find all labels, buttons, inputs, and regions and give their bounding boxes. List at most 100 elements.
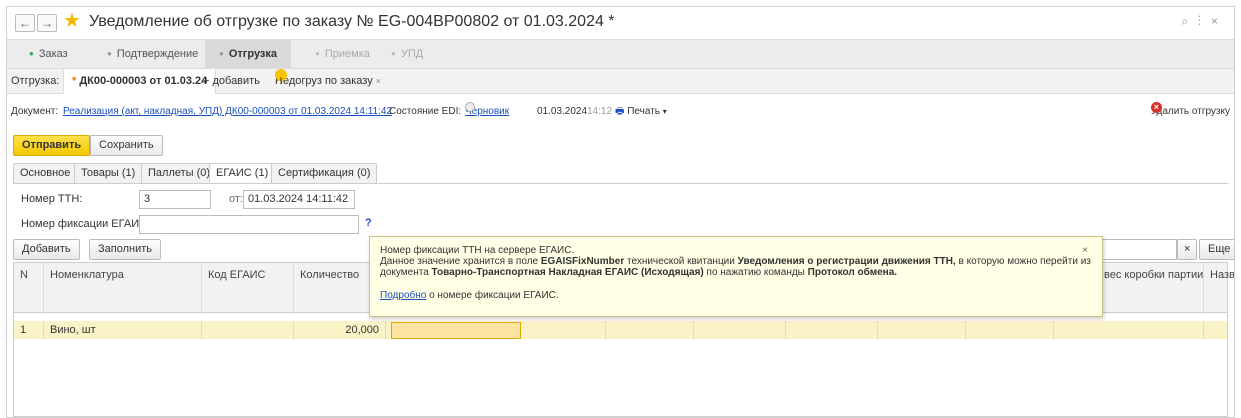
tab-main[interactable]: Основное [13,163,78,183]
clear-search-button[interactable]: × [1177,239,1198,260]
step-upd[interactable]: ● УПД [377,40,437,69]
tooltip-line-3: документа Товарно-Транспортная Накладная… [380,267,1092,278]
step-label: Заказ [38,48,68,60]
title-bar: ← → ★ Уведомление об отгрузке по заказу … [7,7,1234,37]
printer-icon: 🖶 [615,106,625,117]
add-shipment-link[interactable]: + добавить [203,69,260,93]
send-button[interactable]: Отправить [13,135,91,156]
cell-egais-code[interactable] [202,321,294,339]
step-shipment[interactable]: ● Отгрузка [205,40,292,69]
edi-date: 01.03.2024 [537,106,588,117]
cell-10[interactable] [878,321,966,339]
step-label: Подтверждение [116,48,199,60]
step-label: Отгрузка [228,48,278,60]
tooltip-text: по нажатию команды [703,267,808,278]
add-row-button[interactable]: Добавить [13,239,80,260]
document-window: ← → ★ Уведомление об отгрузке по заказу … [6,6,1235,418]
tooltip-line-1: Номер фиксации ТТН на сервере ЕГАИС. [380,245,575,256]
col-header-name[interactable]: Назва [1204,263,1234,313]
warning-icon: ! [275,69,287,86]
active-edit-cell[interactable] [391,322,521,339]
step-dot-icon: ● [391,49,396,58]
more-menu-button[interactable]: Еще ▾ [1199,239,1234,260]
tab-goods[interactable]: Товары (1) [74,163,143,183]
window-controls: ⌕⋮× [1181,14,1228,29]
col-header-nomenclature[interactable]: Номенклатура [44,263,202,313]
print-menu[interactable]: 🖶 Печать ▾ [615,102,667,122]
favorite-star-icon[interactable]: ★ [63,10,81,32]
tooltip-doc-name: Товарно-Транспортная Накладная ЕГАИС (Ис… [431,267,704,278]
step-confirmation[interactable]: ● Подтверждение [93,40,212,69]
tooltip-text: о номере фиксации ЕГАИС. [426,290,559,301]
tab-certification[interactable]: Сертификация (0) [271,163,378,183]
edi-time: 14:12 [587,106,613,117]
cell-7[interactable] [606,321,694,339]
tooltip-line-4: Подробно о номере фиксации ЕГАИС. [380,290,1092,301]
tooltip-text: Данное значение хранится в поле [380,256,541,267]
cell-quantity[interactable]: 20,000 [294,321,386,339]
shipment-label: Отгрузка: [11,75,60,87]
back-button[interactable]: ← [15,14,35,32]
workflow-steps: ● Заказ ● Подтверждение ● Отгрузка ● Приемка… [7,39,1234,69]
document-link[interactable]: Реализация (акт, накладная, УПД) ДК00-00… [63,102,392,122]
col-header-egais-code[interactable]: Код ЕГАИС [202,263,294,313]
step-dot-icon: ● [107,49,112,58]
step-receiving[interactable]: ● Приемка [301,40,384,69]
tab-divider [13,183,1228,184]
step-order[interactable]: ● Заказ [15,40,82,69]
more-label: Еще [1208,243,1231,255]
document-info-line: Документ: Реализация (акт, накладная, УП… [7,102,1234,122]
cell-n[interactable]: 1 [14,321,44,339]
window-title: Уведомление об отгрузке по заказу № EG-0… [89,13,615,30]
edi-label: Состояние EDI: [389,106,462,117]
ttn-date-label: от: [229,193,243,205]
tooltip-text: документа [380,267,432,278]
step-label: Приемка [324,48,370,60]
edi-status[interactable]: Черновик [465,102,509,122]
cell-11[interactable] [966,321,1054,339]
close-icon[interactable]: × [1082,245,1088,256]
forward-button[interactable]: → [37,14,57,32]
shortage-tab[interactable]: ! Недогруз по заказу × [275,69,381,93]
cell-8[interactable] [694,321,786,339]
shipment-tab-current[interactable]: * ДК00-000003 от 01.03.24 [63,69,217,94]
save-button[interactable]: Сохранить [90,135,163,156]
ttn-date-input[interactable]: 01.03.2024 14:11:42 [243,190,355,209]
close-icon[interactable]: × [1211,14,1228,28]
ttn-number-input[interactable]: 3 [139,190,211,209]
egais-fix-label: Номер фиксации ЕГАИС: [21,218,151,230]
cell-6[interactable] [518,321,606,339]
step-dot-icon: ● [315,49,320,58]
print-label: Печать [627,106,660,117]
shortage-tab-label: Недогруз по заказу [275,75,373,87]
document-label: Документ: [11,106,59,117]
tooltip-text: технической квитанции [624,256,738,267]
delete-shipment-button[interactable]: × Удалить отгрузку [1150,102,1230,122]
tab-pallets[interactable]: Паллеты (0) [141,163,218,183]
cell-nomenclature[interactable]: Вино, шт [44,321,202,339]
tooltip-doc-name: Уведомления о регистрации движения ТТН, [737,256,956,267]
fill-button[interactable]: Заполнить [89,239,162,260]
step-dot-icon: ● [219,49,224,58]
tooltip-line-2: Данное значение хранится в поле EGAISFix… [380,256,1092,267]
shipment-bar: Отгрузка: * ДК00-000003 от 01.03.24 + до… [7,68,1234,94]
link-icon[interactable]: ⌕ [1181,14,1198,28]
ttn-number-label: Номер ТТН: [21,193,83,205]
table-row[interactable]: 1 Вино, шт 20,000 [14,321,1227,339]
step-label: УПД [400,48,424,60]
delete-label: Удалить отгрузку [1150,106,1230,117]
more-icon[interactable]: ⋮ [1198,14,1211,28]
tooltip-command-name: Протокол обмена. [807,267,898,278]
egais-fix-input[interactable] [139,215,359,234]
cell-box-weight[interactable] [1054,321,1204,339]
tab-egais[interactable]: ЕГАИС (1) [209,163,276,184]
tooltip-text: в которую можно перейти из [955,256,1091,267]
cell-9[interactable] [786,321,878,339]
tooltip-more-link[interactable]: Подробно [380,290,426,301]
col-header-n[interactable]: N [14,263,44,313]
chevron-down-icon: ▾ [662,107,667,116]
status-dot-icon [465,102,475,112]
delete-icon: × [1150,102,1162,113]
close-tab-icon[interactable]: × [376,76,381,86]
help-icon[interactable]: ? [365,217,372,229]
